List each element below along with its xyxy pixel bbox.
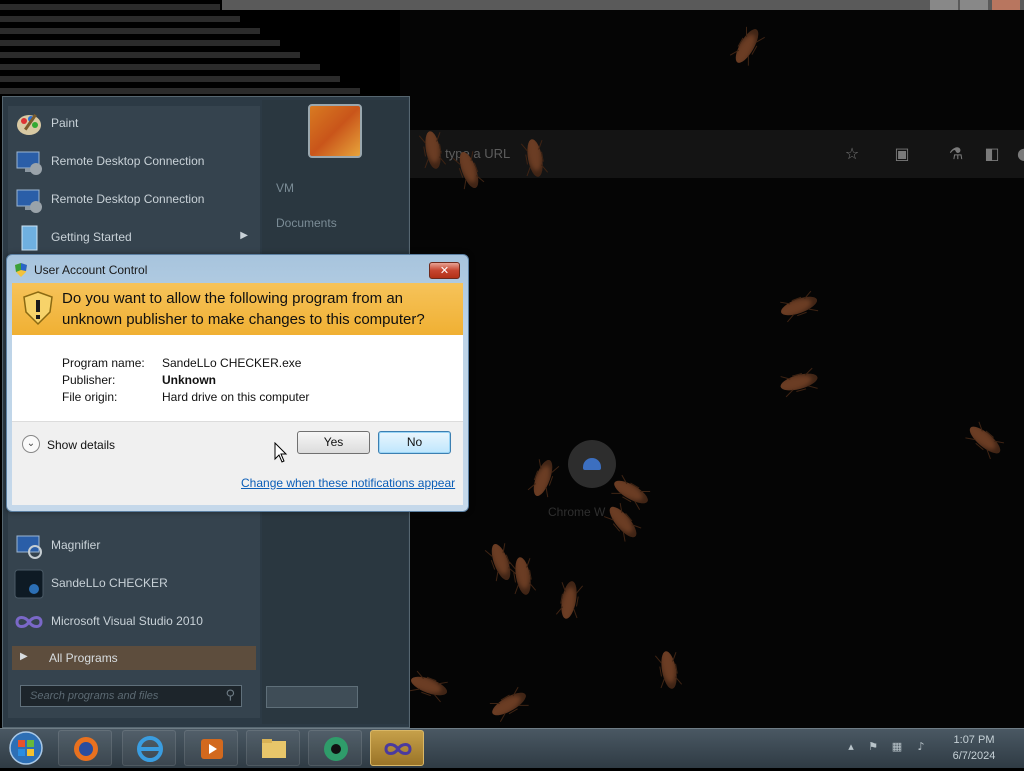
visual-studio-icon xyxy=(15,616,43,628)
remote-desktop-icon xyxy=(16,151,42,175)
explorer-icon xyxy=(262,739,286,758)
start-right-item-documents[interactable]: Documents xyxy=(276,216,337,230)
start-item-sandello-checker[interactable]: SandeLLo CHECKER xyxy=(12,566,256,602)
chrome-canary-icon xyxy=(324,737,348,761)
all-programs-button[interactable]: ▶ All Programs xyxy=(12,646,256,670)
program-name-value: SandeLLo CHECKER.exe xyxy=(162,356,302,370)
start-item-remote-desktop-1[interactable]: Remote Desktop Connection xyxy=(12,144,256,180)
chrome-web-store-icon xyxy=(583,458,601,470)
taskbar-internet-explorer[interactable] xyxy=(122,730,176,766)
search-icon: ⚲ xyxy=(225,688,235,703)
visual-studio-icon xyxy=(384,743,412,755)
start-item-label: Remote Desktop Connection xyxy=(51,154,205,168)
side-panel-icon[interactable]: ◧ xyxy=(982,144,1002,164)
magnifier-icon xyxy=(16,535,42,559)
shortcut-tile-label: Chrome W xyxy=(548,505,606,519)
taskbar-visual-studio[interactable] xyxy=(370,730,424,766)
change-notifications-link[interactable]: Change when these notifications appear xyxy=(241,476,455,490)
shutdown-button[interactable] xyxy=(266,686,358,708)
start-item-label: Microsoft Visual Studio 2010 xyxy=(51,614,203,628)
taskbar-firefox[interactable] xyxy=(58,730,112,766)
user-picture-avatar[interactable] xyxy=(308,104,362,158)
sandello-checker-icon xyxy=(14,569,44,599)
start-orb-icon[interactable] xyxy=(2,729,50,767)
internet-explorer-icon xyxy=(137,736,163,762)
clock-date[interactable]: 6/7/2024 xyxy=(944,750,1004,762)
warning-shield-icon xyxy=(23,291,53,326)
yes-button[interactable]: Yes xyxy=(297,431,370,454)
start-item-remote-desktop-2[interactable]: Remote Desktop Connection xyxy=(12,182,256,218)
remote-desktop-icon xyxy=(16,189,42,213)
start-search-placeholder: Search programs and files xyxy=(30,690,159,702)
publisher-label: Publisher: xyxy=(62,373,116,387)
action-center-flag-icon[interactable]: ⚑ xyxy=(866,740,880,754)
all-programs-arrow-icon: ▶ xyxy=(20,651,28,662)
taskbar-chrome-canary[interactable] xyxy=(308,730,362,766)
mouse-cursor-icon xyxy=(274,442,288,463)
maximize-button[interactable] xyxy=(960,0,988,10)
start-right-item-vm[interactable]: VM xyxy=(276,181,294,195)
start-item-label: Magnifier xyxy=(51,538,101,552)
close-icon[interactable]: ✕ xyxy=(429,262,460,279)
start-item-paint[interactable]: Paint xyxy=(12,106,256,142)
volume-icon[interactable]: ♪ xyxy=(914,740,928,754)
firefox-icon xyxy=(74,737,98,761)
start-item-visual-studio[interactable]: Microsoft Visual Studio 2010 xyxy=(12,604,256,640)
browser-window xyxy=(400,0,1024,728)
getting-started-icon xyxy=(21,225,38,251)
start-item-getting-started[interactable]: Getting Started ▶ xyxy=(12,220,256,256)
taskbar-explorer[interactable] xyxy=(246,730,300,766)
start-item-label: Paint xyxy=(51,116,79,130)
show-hidden-icons-icon[interactable]: ▴ xyxy=(844,740,858,754)
publisher-value: Unknown xyxy=(162,373,216,387)
minimize-button[interactable] xyxy=(930,0,958,10)
bookmark-star-icon[interactable]: ☆ xyxy=(842,144,862,164)
uac-title: User Account Control xyxy=(34,263,148,277)
start-item-label: Getting Started xyxy=(51,230,132,244)
all-programs-label: All Programs xyxy=(49,651,118,665)
start-search-box[interactable]: Search programs and files ⚲ xyxy=(20,685,242,707)
file-origin-label: File origin: xyxy=(62,390,118,404)
start-item-label: Remote Desktop Connection xyxy=(51,192,205,206)
paint-icon xyxy=(17,114,41,135)
network-icon[interactable]: ▦ xyxy=(890,740,904,754)
extensions-icon[interactable]: ▣ xyxy=(892,144,912,164)
close-window-button[interactable] xyxy=(992,0,1020,10)
program-name-label: Program name: xyxy=(62,356,145,370)
no-button[interactable]: No xyxy=(378,431,451,454)
start-item-magnifier[interactable]: Magnifier xyxy=(12,528,256,564)
uac-shield-icon xyxy=(15,263,27,277)
submenu-arrow-icon: ▶ xyxy=(240,230,248,241)
uac-question: Do you want to allow the following progr… xyxy=(62,290,425,328)
chevron-down-icon[interactable]: ⌄ xyxy=(22,435,40,453)
taskbar-media-player[interactable] xyxy=(184,730,238,766)
media-player-icon xyxy=(201,739,223,759)
show-details-toggle[interactable]: Show details xyxy=(47,438,115,452)
browser-title-strip xyxy=(222,0,1024,10)
labs-flask-icon[interactable]: ⚗ xyxy=(946,144,966,164)
start-item-label: SandeLLo CHECKER xyxy=(51,576,168,590)
clock-time[interactable]: 1:07 PM xyxy=(944,734,1004,746)
profile-icon[interactable]: ● xyxy=(1014,144,1024,164)
file-origin-value: Hard drive on this computer xyxy=(162,390,310,404)
